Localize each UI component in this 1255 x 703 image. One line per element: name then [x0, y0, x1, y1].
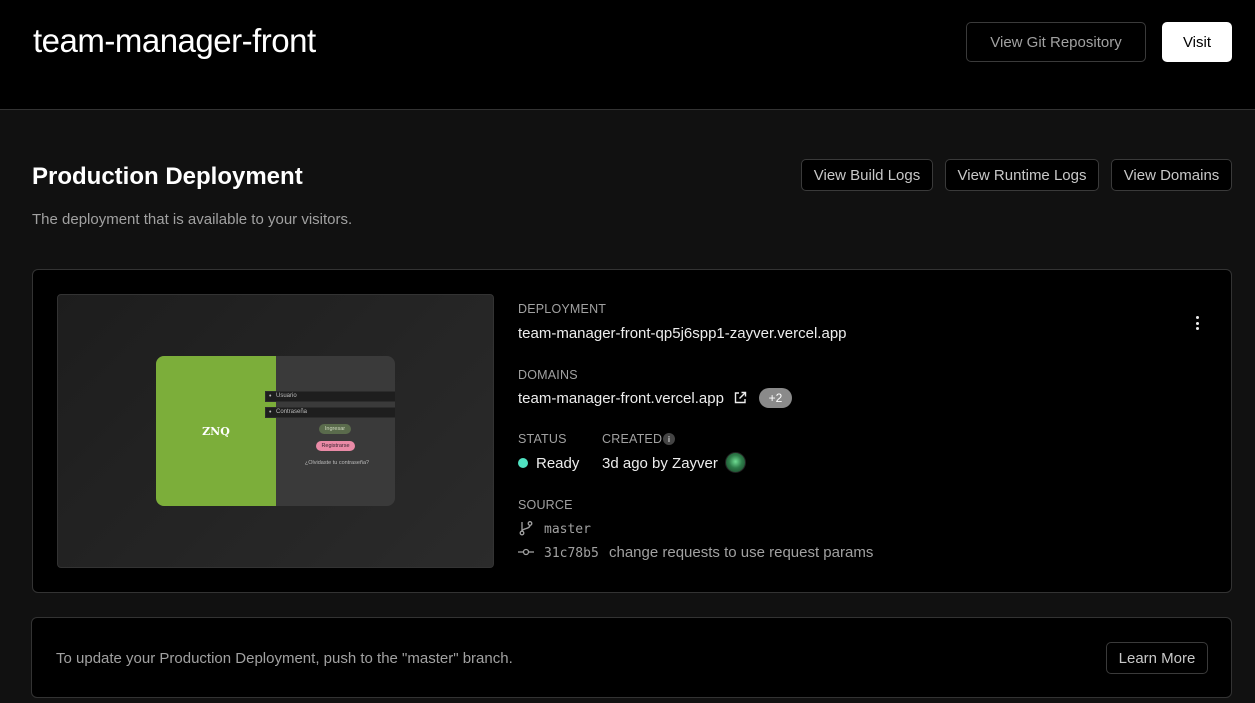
- production-info-banner: To update your Production Deployment, pu…: [31, 617, 1232, 698]
- view-build-logs-button[interactable]: View Build Logs: [801, 159, 933, 191]
- top-bar: team-manager-front View Git Repository V…: [0, 0, 1255, 110]
- git-branch-icon: [519, 521, 533, 536]
- domain-link[interactable]: team-manager-front.vercel.app: [518, 390, 724, 407]
- branch-name[interactable]: master: [544, 522, 591, 537]
- section-title: Production Deployment: [32, 163, 303, 190]
- commit-message: change requests to use request params: [609, 544, 874, 561]
- preview-register-button: Registrarse: [316, 441, 355, 451]
- domains-label: DOMAINS: [518, 368, 578, 382]
- preview-logo: ZNQ: [202, 424, 230, 438]
- more-options-icon[interactable]: [1190, 314, 1204, 332]
- extra-domains-badge[interactable]: +2: [759, 388, 792, 408]
- learn-more-button[interactable]: Learn More: [1106, 642, 1208, 674]
- visit-button[interactable]: Visit: [1162, 22, 1232, 62]
- preview-password-field: Contraseña: [265, 407, 395, 418]
- commit-hash[interactable]: 31c78b5: [544, 546, 599, 561]
- view-domains-button[interactable]: View Domains: [1111, 159, 1232, 191]
- preview-login-button: Ingresar: [319, 424, 351, 434]
- created-label: CREATED: [602, 432, 663, 446]
- section-subtitle: The deployment that is available to your…: [32, 211, 353, 228]
- status-label: STATUS: [518, 432, 567, 446]
- deployment-card: ZNQ Usuario Contraseña Ingresar Registra…: [32, 269, 1232, 593]
- view-git-repository-button[interactable]: View Git Repository: [966, 22, 1146, 62]
- created-value: 3d ago by Zayver: [602, 455, 718, 472]
- avatar[interactable]: [725, 452, 746, 473]
- project-title: team-manager-front: [33, 22, 316, 59]
- deployment-label: DEPLOYMENT: [518, 302, 607, 316]
- preview-username-field: Usuario: [265, 391, 395, 402]
- preview-forgot-link: ¿Olvidaste tu contraseña?: [304, 460, 370, 466]
- deployment-url-link[interactable]: team-manager-front-qp5j6spp1-zayver.verc…: [518, 325, 847, 342]
- status-value: Ready: [536, 455, 580, 472]
- status-dot-icon: [518, 458, 528, 468]
- deployment-preview[interactable]: ZNQ Usuario Contraseña Ingresar Registra…: [57, 294, 494, 568]
- view-runtime-logs-button[interactable]: View Runtime Logs: [945, 159, 1099, 191]
- external-link-icon[interactable]: [733, 391, 747, 405]
- preview-brand-panel: ZNQ: [156, 356, 276, 506]
- source-label: SOURCE: [518, 498, 573, 512]
- banner-text: To update your Production Deployment, pu…: [56, 650, 513, 667]
- info-icon[interactable]: i: [663, 433, 675, 445]
- preview-mock-app: ZNQ Usuario Contraseña Ingresar Registra…: [156, 356, 395, 506]
- git-commit-icon: [518, 548, 534, 556]
